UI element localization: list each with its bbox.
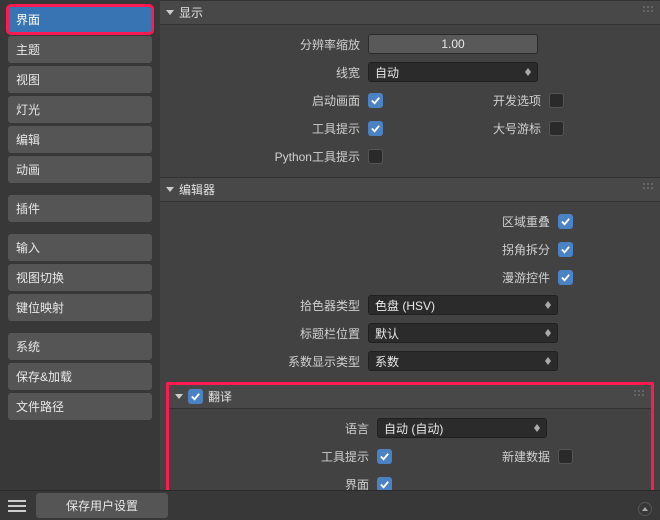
- panel-body-display: 分辨率缩放 1.00 线宽 自动 启动画面 开发选项: [160, 25, 660, 177]
- sidebar-item-label: 系统: [16, 340, 40, 354]
- sidebar-item-input[interactable]: 输入: [8, 234, 152, 261]
- checkbox-dev-extras[interactable]: [549, 93, 564, 108]
- panel-title: 编辑器: [179, 181, 215, 198]
- checkbox-nav-controls[interactable]: [558, 270, 573, 285]
- preferences-content: 显示 分辨率缩放 1.00 线宽 自动 启动画面: [160, 0, 660, 490]
- select-line-width[interactable]: 自动: [368, 62, 538, 82]
- label-nav-controls: 漫游控件: [190, 269, 550, 286]
- label-dev-extras: 开发选项: [391, 92, 541, 109]
- checkbox-translate-tooltips[interactable]: [377, 449, 392, 464]
- panel-title: 显示: [179, 4, 203, 21]
- checkbox-python-tooltips[interactable]: [368, 149, 383, 164]
- checkbox-splash[interactable]: [368, 93, 383, 108]
- sidebar-item-keymap[interactable]: 键位映射: [8, 294, 152, 321]
- sidebar-item-label: 视图切换: [16, 271, 64, 285]
- sidebar-item-file-paths[interactable]: 文件路径: [8, 393, 152, 420]
- sidebar-item-label: 保存&加载: [16, 370, 72, 384]
- sidebar-item-interface[interactable]: 界面: [8, 6, 152, 33]
- sidebar-item-label: 灯光: [16, 103, 40, 117]
- panel-body-editors: 区域重叠 拐角拆分 漫游控件 拾色器类型 色盘 (HSV) 标题栏位置: [160, 202, 660, 382]
- sidebar-item-addons[interactable]: 插件: [8, 195, 152, 222]
- drag-grip-icon[interactable]: [642, 182, 654, 190]
- label-res-scale: 分辨率缩放: [190, 36, 360, 53]
- label-language: 语言: [199, 420, 369, 437]
- label-region-overlap: 区域重叠: [190, 213, 550, 230]
- save-preferences-button[interactable]: 保存用户设置: [36, 493, 168, 518]
- preferences-sidebar: 界面 主题 视图 灯光 编辑 动画 插件 输入 视图切换 键位映射 系统 保存&…: [0, 0, 160, 490]
- label-factor-display: 系数显示类型: [190, 353, 360, 370]
- checkbox-new-data[interactable]: [558, 449, 573, 464]
- hamburger-menu-icon[interactable]: [8, 500, 26, 512]
- checkbox-large-cursor[interactable]: [549, 121, 564, 136]
- sidebar-item-editing[interactable]: 编辑: [8, 126, 152, 153]
- chevron-down-icon: [166, 10, 174, 15]
- sidebar-item-label: 视图: [16, 73, 40, 87]
- sidebar-item-viewport[interactable]: 视图: [8, 66, 152, 93]
- panel-body-translate: 语言 自动 (自动) 工具提示 新建数据 界面: [169, 409, 651, 490]
- select-factor-display[interactable]: 系数: [368, 351, 558, 371]
- select-header-pos[interactable]: 默认: [368, 323, 558, 343]
- highlight-translate: 翻译 语言 自动 (自动) 工具提示 新建数据: [166, 382, 654, 490]
- sidebar-item-system[interactable]: 系统: [8, 333, 152, 360]
- sidebar-item-label: 文件路径: [16, 400, 64, 414]
- footer-bar: 保存用户设置: [0, 490, 660, 520]
- checkbox-corner-split[interactable]: [558, 242, 573, 257]
- label-line-width: 线宽: [190, 64, 360, 81]
- label-new-data: 新建数据: [400, 448, 550, 465]
- checkbox-tooltips[interactable]: [368, 121, 383, 136]
- label-corner-split: 拐角拆分: [190, 241, 550, 258]
- label-python-tooltips: Python工具提示: [190, 148, 360, 165]
- sidebar-item-label: 插件: [16, 202, 40, 216]
- sidebar-item-themes[interactable]: 主题: [8, 36, 152, 63]
- scroll-up-icon[interactable]: [638, 502, 652, 516]
- label-color-picker: 拾色器类型: [190, 297, 360, 314]
- sidebar-item-lights[interactable]: 灯光: [8, 96, 152, 123]
- select-language[interactable]: 自动 (自动): [377, 418, 547, 438]
- panel-header-editors[interactable]: 编辑器: [160, 177, 660, 202]
- sidebar-item-label: 键位映射: [16, 301, 64, 315]
- label-translate-interface: 界面: [199, 476, 369, 491]
- label-large-cursor: 大号游标: [391, 120, 541, 137]
- sidebar-item-save-load[interactable]: 保存&加载: [8, 363, 152, 390]
- sidebar-item-animation[interactable]: 动画: [8, 156, 152, 183]
- label-header-pos: 标题栏位置: [190, 325, 360, 342]
- sidebar-item-label: 主题: [16, 43, 40, 57]
- checkbox-translate-enable[interactable]: [188, 389, 203, 404]
- sidebar-item-label: 输入: [16, 241, 40, 255]
- panel-header-translate[interactable]: 翻译: [169, 385, 651, 409]
- sidebar-item-label: 界面: [16, 13, 40, 27]
- panel-header-display[interactable]: 显示: [160, 0, 660, 25]
- input-res-scale[interactable]: 1.00: [368, 34, 538, 54]
- checkbox-region-overlap[interactable]: [558, 214, 573, 229]
- chevron-down-icon: [166, 187, 174, 192]
- select-color-picker[interactable]: 色盘 (HSV): [368, 295, 558, 315]
- checkbox-translate-interface[interactable]: [377, 477, 392, 491]
- sidebar-item-navigation[interactable]: 视图切换: [8, 264, 152, 291]
- label-tooltips: 工具提示: [190, 120, 360, 137]
- label-splash: 启动画面: [190, 92, 360, 109]
- sidebar-item-label: 动画: [16, 163, 40, 177]
- sidebar-item-label: 编辑: [16, 133, 40, 147]
- label-translate-tooltips: 工具提示: [199, 448, 369, 465]
- chevron-down-icon: [175, 394, 183, 399]
- drag-grip-icon[interactable]: [642, 5, 654, 13]
- panel-title: 翻译: [208, 388, 232, 405]
- drag-grip-icon[interactable]: [633, 389, 645, 397]
